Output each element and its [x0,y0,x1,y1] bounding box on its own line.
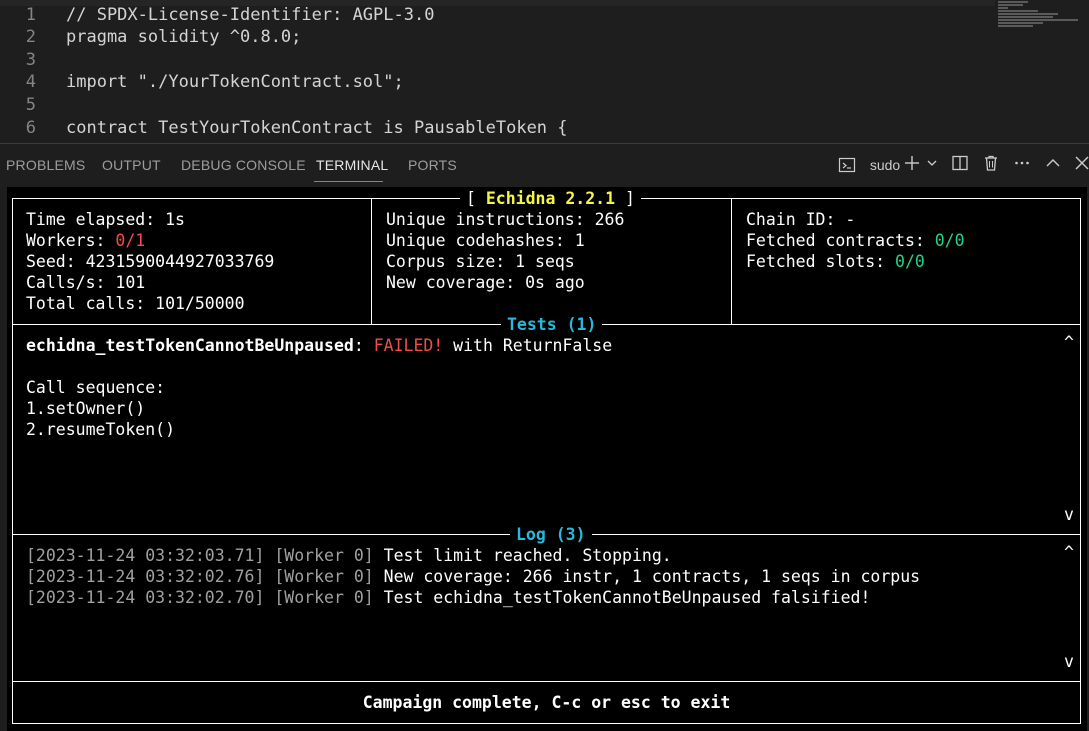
fetched-contracts: Fetched contracts: 0/0 [746,231,965,250]
log-entry: [2023-11-24 03:32:03.71] [Worker 0] Test… [26,546,672,565]
time-elapsed: Time elapsed: 1s [26,210,185,229]
minimap[interactable] [998,0,1089,40]
call-sequence-label: Call sequence: [26,378,166,397]
active-tab-indicator [314,181,383,182]
new-coverage: New coverage: 0s ago [386,273,585,292]
call-sequence-item: 1.setOwner() [26,399,146,418]
panel-tab-bar: PROBLEMS OUTPUT DEBUG CONSOLE TERMINAL P… [0,145,1089,185]
line-number: 4 [25,72,36,92]
calls-per-second: Calls/s: 101 [26,273,146,292]
new-terminal-button[interactable] [903,154,921,177]
code-text: import "./YourTokenContract.sol"; [66,72,404,92]
code-text: pragma solidity ^0.8.0; [66,27,302,47]
line-number: 3 [25,50,36,70]
code-line[interactable]: 5 [0,94,36,116]
test-result: echidna_testTokenCannotBeUnpaused: FAILE… [26,336,613,355]
more-actions-button[interactable] [1013,154,1031,177]
code-line[interactable]: 4 import "./YourTokenContract.sol"; [0,71,404,93]
tab-problems[interactable]: PROBLEMS [6,157,85,173]
log-entry: [2023-11-24 03:32:02.70] [Worker 0] Test… [26,588,871,607]
more-icon [1015,161,1029,165]
call-sequence-item: 2.resumeToken() [26,420,176,439]
code-line[interactable]: 1 // SPDX-License-Identifier: AGPL-3.0 [0,4,435,26]
fetched-slots: Fetched slots: 0/0 [746,252,925,271]
tab-debug-console[interactable]: DEBUG CONSOLE [181,157,306,173]
campaign-status: Campaign complete, C-c or esc to exit [362,693,731,712]
line-number: 1 [25,5,36,25]
close-panel-button[interactable] [1074,154,1089,177]
workers: Workers: 0/1 [26,231,146,250]
unique-codehashes: Unique codehashes: 1 [386,231,585,250]
code-line[interactable]: 2 pragma solidity ^0.8.0; [0,26,302,48]
terminal-icon [838,157,856,173]
tab-output[interactable]: OUTPUT [102,157,161,173]
launch-profile-button[interactable] [926,154,938,177]
unique-instructions: Unique instructions: 266 [386,210,625,229]
tab-terminal[interactable]: TERMINAL [316,157,388,173]
divider [0,143,1089,144]
echidna-title: [ Echidna 2.2.1 ] [460,188,641,209]
total-calls: Total calls: 101/50000 [26,294,245,313]
code-text: contract TestYourTokenContract is Pausab… [66,118,568,138]
code-line[interactable]: 6 contract TestYourTokenContract is Pausa… [0,117,568,139]
line-number: 2 [25,27,36,47]
terminal-selector[interactable]: sudo [838,155,900,175]
log-title: Log (3) [510,524,592,545]
column-divider [371,198,372,324]
corpus-size: Corpus size: 1 seqs [386,252,575,271]
terminal-name: sudo [869,157,901,173]
code-editor[interactable]: 1 // SPDX-License-Identifier: AGPL-3.0 2 p… [0,0,1089,145]
split-icon [952,155,968,171]
column-divider [731,198,732,324]
tests-title: Tests (1) [501,314,603,335]
tests-scroll-up[interactable]: ^ [1064,332,1074,353]
section-divider [12,681,1081,682]
seed: Seed: 4231590044927033769 [26,252,275,271]
tests-scroll-down[interactable]: v [1064,504,1074,525]
chain-id: Chain ID: - [746,210,856,229]
kill-terminal-button[interactable] [982,154,1000,177]
line-number: 5 [25,95,36,115]
split-terminal-button[interactable] [951,154,969,177]
terminal[interactable]: [ Echidna 2.2.1 ] Time elapsed: 1s Worke… [7,187,1087,731]
chevron-down-icon [927,160,937,166]
tab-ports[interactable]: PORTS [408,157,457,173]
maximize-icon [1046,159,1060,167]
code-line[interactable]: 3 [0,49,36,71]
log-scroll-down[interactable]: v [1064,651,1074,672]
code-text: // SPDX-License-Identifier: AGPL-3.0 [66,5,435,25]
log-entry: [2023-11-24 03:32:02.76] [Worker 0] New … [26,567,921,586]
close-icon [1075,156,1089,170]
plus-icon [905,156,919,170]
log-scroll-up[interactable]: ^ [1064,542,1074,563]
maximize-panel-button[interactable] [1044,154,1062,177]
line-number: 6 [25,118,36,138]
trash-icon [985,155,997,171]
